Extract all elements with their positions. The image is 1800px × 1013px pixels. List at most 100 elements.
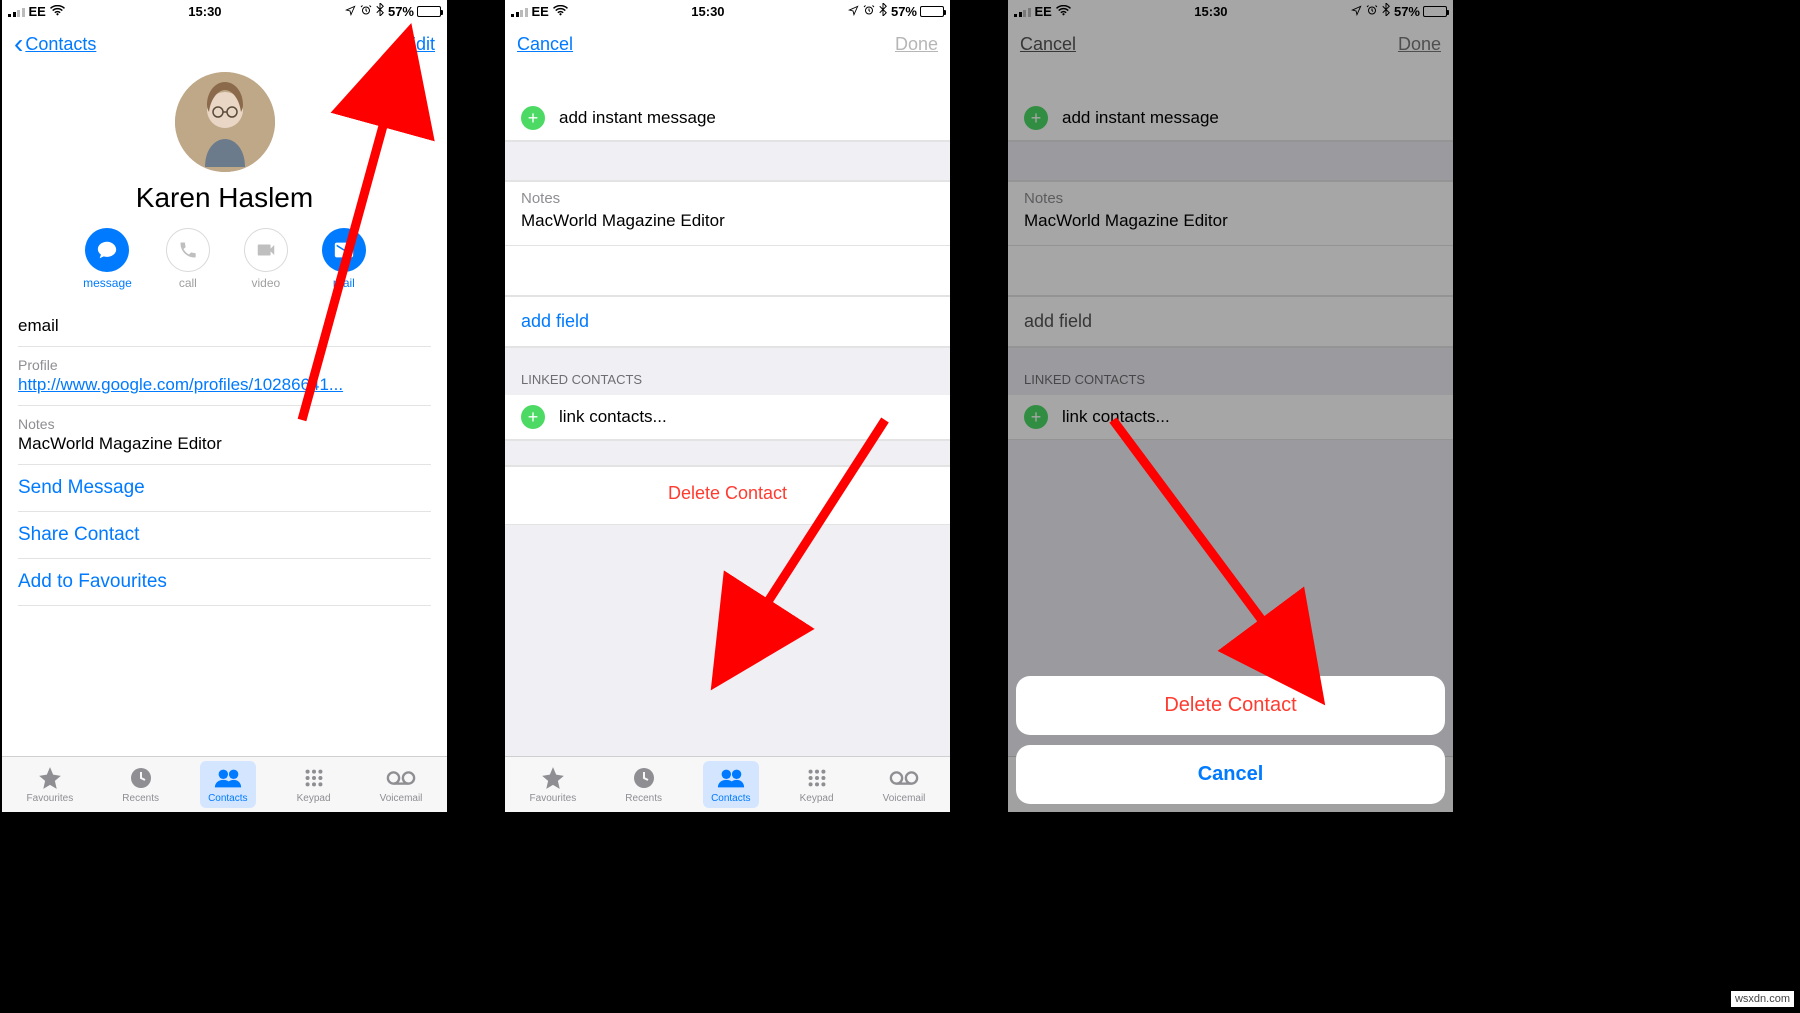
tab-favourites[interactable]: Favourites [522, 761, 585, 808]
tab-vm-label: Voicemail [380, 793, 423, 804]
action-sheet-cancel[interactable]: Cancel [1016, 745, 1445, 804]
carrier-label: EE [532, 4, 549, 19]
message-icon [85, 228, 129, 272]
star-icon [540, 765, 566, 791]
nav-bar: Cancel Done [505, 22, 950, 66]
voicemail-icon [386, 765, 416, 791]
location-icon [848, 4, 859, 19]
plus-icon: + [521, 106, 545, 130]
clock-icon [632, 765, 656, 791]
mail-action[interactable]: mail [322, 228, 366, 290]
status-bar: EE 15:30 57% [2, 0, 447, 22]
field-email[interactable]: email [18, 304, 431, 347]
cancel-button[interactable]: Cancel [517, 34, 573, 55]
bluetooth-icon [879, 3, 887, 19]
mail-icon [322, 228, 366, 272]
avatar[interactable] [175, 72, 275, 172]
profile-url[interactable]: http://www.google.com/profiles/10286641.… [18, 375, 343, 394]
phone-icon [166, 228, 210, 272]
mail-label: mail [333, 276, 355, 290]
tab-contacts[interactable]: Contacts [703, 761, 758, 808]
tab-rec-label: Recents [122, 793, 159, 804]
edit-label: Edit [404, 34, 435, 55]
contacts-icon [213, 765, 243, 791]
tab-key-label: Keypad [297, 793, 331, 804]
tab-contacts[interactable]: Contacts [200, 761, 255, 808]
delete-contact-confirm[interactable]: Delete Contact [1016, 676, 1445, 735]
keypad-icon [806, 765, 828, 791]
tab-recents[interactable]: Recents [617, 761, 670, 808]
tab-voicemail[interactable]: Voicemail [372, 761, 431, 808]
field-notes: Notes MacWorld Magazine Editor [18, 406, 431, 465]
tab-fav-label: Favourites [27, 793, 74, 804]
link-contacts-row[interactable]: + link contacts... [505, 395, 950, 440]
bluetooth-icon [376, 3, 384, 19]
notes-label: Notes [18, 416, 431, 432]
status-time: 15:30 [188, 4, 221, 19]
back-button[interactable]: ‹ Contacts [14, 30, 96, 58]
edit-button[interactable]: Edit [404, 34, 435, 55]
email-label: email [18, 316, 431, 336]
battery-pct: 57% [891, 4, 917, 19]
tab-keypad[interactable]: Keypad [289, 761, 339, 808]
tab-voicemail[interactable]: Voicemail [875, 761, 934, 808]
video-icon [244, 228, 288, 272]
add-field-label: add field [521, 311, 589, 331]
tab-con-label: Contacts [208, 793, 247, 804]
link-contacts-label: link contacts... [559, 407, 667, 427]
add-to-favourites-row[interactable]: Add to Favourites [18, 559, 431, 606]
wifi-icon [50, 3, 65, 19]
carrier-label: EE [29, 4, 46, 19]
cancel-label: Cancel [517, 34, 573, 55]
signal-icon [8, 6, 25, 17]
action-sheet: Delete Contact Cancel [1016, 676, 1445, 804]
done-label: Done [895, 34, 938, 55]
content-scroll[interactable]: + add instant message Notes MacWorld Mag… [505, 66, 950, 756]
chevron-left-icon: ‹ [14, 30, 23, 58]
tab-keypad[interactable]: Keypad [792, 761, 842, 808]
call-action[interactable]: call [166, 228, 210, 290]
alarm-icon [863, 4, 875, 19]
done-button: Done [895, 34, 938, 55]
nav-bar: ‹ Contacts Edit [2, 22, 447, 66]
phone-screen-delete-confirm: EE 15:30 57% Cancel Done + add instant m… [1008, 0, 1453, 812]
message-action[interactable]: message [83, 228, 132, 290]
battery-icon [417, 6, 441, 17]
content-scroll[interactable]: email Profile http://www.google.com/prof… [2, 304, 447, 756]
contacts-icon [716, 765, 746, 791]
share-contact-row[interactable]: Share Contact [18, 512, 431, 559]
call-label: call [179, 276, 197, 290]
add-field-row[interactable]: add field [505, 296, 950, 347]
message-label: message [83, 276, 132, 290]
keypad-icon [303, 765, 325, 791]
contact-name: Karen Haslem [2, 182, 447, 214]
profile-label: Profile [18, 357, 431, 373]
contact-header: Karen Haslem message call [2, 66, 447, 304]
notes-label: Notes [521, 190, 934, 207]
tab-favourites[interactable]: Favourites [19, 761, 82, 808]
status-time: 15:30 [691, 4, 724, 19]
tab-recents[interactable]: Recents [114, 761, 167, 808]
add-im-label: add instant message [559, 108, 716, 128]
notes-value: MacWorld Magazine Editor [18, 434, 431, 454]
back-label: Contacts [25, 34, 96, 55]
field-profile[interactable]: Profile http://www.google.com/profiles/1… [18, 347, 431, 406]
send-message-row[interactable]: Send Message [18, 465, 431, 512]
watermark: wsxdn.com [1731, 991, 1794, 1007]
star-icon [37, 765, 63, 791]
plus-icon: + [521, 405, 545, 429]
phone-screen-contact-details: EE 15:30 57% [2, 0, 447, 812]
battery-pct: 57% [388, 4, 414, 19]
tab-bar: Favourites Recents Contacts Keypad Voice… [2, 756, 447, 812]
delete-contact-row[interactable]: Delete Contact [505, 466, 950, 525]
linked-contacts-header: LINKED CONTACTS [505, 347, 950, 395]
status-bar: EE 15:30 57% [505, 0, 950, 22]
location-icon [345, 4, 356, 19]
video-action[interactable]: video [244, 228, 288, 290]
voicemail-icon [889, 765, 919, 791]
add-instant-message-row[interactable]: + add instant message [505, 96, 950, 141]
video-label: video [252, 276, 281, 290]
notes-field[interactable]: Notes MacWorld Magazine Editor [505, 181, 950, 246]
battery-icon [920, 6, 944, 17]
tab-bar: Favourites Recents Contacts Keypad Voice… [505, 756, 950, 812]
